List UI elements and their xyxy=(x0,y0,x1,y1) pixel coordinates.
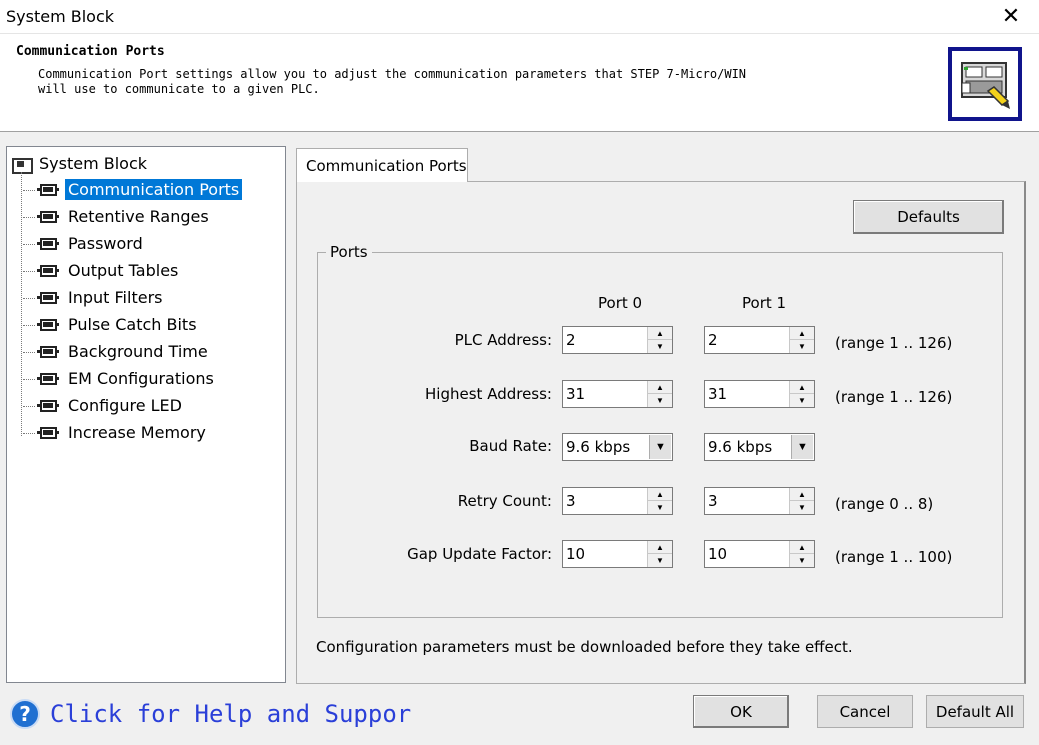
spin-down-icon[interactable]: ▼ xyxy=(790,340,814,353)
spin-up-icon[interactable]: ▲ xyxy=(648,327,672,340)
tree-item-em-configurations[interactable]: EM Configurations xyxy=(23,367,217,390)
header-description: Communication Port settings allow you to… xyxy=(38,67,747,96)
module-icon xyxy=(23,237,59,251)
baud-rate-label: Baud Rate: xyxy=(469,437,552,455)
tree-item-label: Password xyxy=(68,234,143,253)
gap-update-factor-range: (range 1 .. 100) xyxy=(835,548,953,566)
ok-button[interactable]: OK xyxy=(693,695,789,728)
navigation-tree[interactable]: System Block Communication Ports Retenti… xyxy=(6,146,286,683)
chevron-down-icon[interactable]: ▼ xyxy=(791,435,813,459)
highest-address-range: (range 1 .. 126) xyxy=(835,388,953,406)
baud-rate-port0-value: 9.6 kbps xyxy=(566,438,631,456)
help-link-text: Click for Help and Suppor xyxy=(50,700,412,728)
tree-item-label: Background Time xyxy=(68,342,208,361)
plc-address-port0-value: 2 xyxy=(566,331,576,349)
window-title: System Block xyxy=(6,7,115,26)
tree-item-communication-ports[interactable]: Communication Ports xyxy=(23,178,243,201)
spin-down-icon[interactable]: ▼ xyxy=(790,554,814,567)
baud-rate-port1-value: 9.6 kbps xyxy=(708,438,773,456)
module-icon xyxy=(23,291,59,305)
gap-update-factor-label: Gap Update Factor: xyxy=(407,545,552,563)
default-all-button[interactable]: Default All xyxy=(926,695,1024,728)
baud-rate-port1-select[interactable]: 9.6 kbps ▼ xyxy=(704,433,815,461)
highest-address-label: Highest Address: xyxy=(425,385,552,403)
page-header: Communication Ports Communication Port s… xyxy=(0,33,1039,132)
tree-item-label: Increase Memory xyxy=(68,423,206,442)
retry-count-range: (range 0 .. 8) xyxy=(835,495,934,513)
system-block-icon xyxy=(11,156,33,174)
tree-item-label: Input Filters xyxy=(68,288,163,307)
cancel-button[interactable]: Cancel xyxy=(817,695,913,728)
tree-item-input-filters[interactable]: Input Filters xyxy=(23,286,165,309)
plc-config-icon xyxy=(948,47,1022,121)
tree-item-label: Output Tables xyxy=(68,261,179,280)
plc-address-port1-value: 2 xyxy=(708,331,718,349)
spin-up-icon[interactable]: ▲ xyxy=(790,541,814,554)
module-icon xyxy=(23,264,59,278)
spin-up-icon[interactable]: ▲ xyxy=(790,488,814,501)
retry-count-port0-spinner[interactable]: 3 ▲ ▼ xyxy=(562,487,673,515)
spin-down-icon[interactable]: ▼ xyxy=(648,394,672,407)
spin-up-icon[interactable]: ▲ xyxy=(648,381,672,394)
retry-count-port0-value: 3 xyxy=(566,492,576,510)
highest-address-port1-value: 31 xyxy=(708,385,728,403)
ports-group-label: Ports xyxy=(326,243,372,261)
highest-address-port0-value: 31 xyxy=(566,385,586,403)
retry-count-label: Retry Count: xyxy=(457,492,552,510)
spin-up-icon[interactable]: ▲ xyxy=(648,488,672,501)
tree-item-pulse-catch-bits[interactable]: Pulse Catch Bits xyxy=(23,313,200,336)
port1-header: Port 1 xyxy=(742,294,787,312)
plc-address-port1-spinner[interactable]: 2 ▲ ▼ xyxy=(704,326,815,354)
tree-item-configure-led[interactable]: Configure LED xyxy=(23,394,185,417)
tree-item-output-tables[interactable]: Output Tables xyxy=(23,259,181,282)
help-question-icon: ? xyxy=(10,699,40,729)
spin-up-icon[interactable]: ▲ xyxy=(790,327,814,340)
gap-update-factor-port0-value: 10 xyxy=(566,545,586,563)
module-icon xyxy=(23,426,59,440)
tree-root-label: System Block xyxy=(39,154,148,173)
port0-header: Port 0 xyxy=(598,294,643,312)
gap-update-factor-port1-value: 10 xyxy=(708,545,728,563)
module-icon xyxy=(23,210,59,224)
baud-rate-port0-select[interactable]: 9.6 kbps ▼ xyxy=(562,433,673,461)
module-icon xyxy=(23,399,59,413)
tab-communication-ports[interactable]: Communication Ports xyxy=(296,148,468,182)
help-link[interactable]: ? Click for Help and Suppor xyxy=(10,697,411,731)
tree-item-label: EM Configurations xyxy=(68,369,214,388)
tree-item-label: Configure LED xyxy=(68,396,182,415)
plc-address-range: (range 1 .. 126) xyxy=(835,334,953,352)
plc-address-label: PLC Address: xyxy=(454,331,552,349)
header-title: Communication Ports xyxy=(16,44,165,59)
title-bar: System Block ✕ xyxy=(0,0,1039,33)
tree-item-label: Retentive Ranges xyxy=(68,207,209,226)
spin-down-icon[interactable]: ▼ xyxy=(648,554,672,567)
chevron-down-icon[interactable]: ▼ xyxy=(649,435,671,459)
spin-up-icon[interactable]: ▲ xyxy=(790,381,814,394)
defaults-button[interactable]: Defaults xyxy=(853,200,1004,234)
tree-item-label: Pulse Catch Bits xyxy=(68,315,197,334)
spin-down-icon[interactable]: ▼ xyxy=(648,501,672,514)
gap-update-factor-port1-spinner[interactable]: 10 ▲ ▼ xyxy=(704,540,815,568)
gap-update-factor-port0-spinner[interactable]: 10 ▲ ▼ xyxy=(562,540,673,568)
tree-item-label: Communication Ports xyxy=(65,179,243,200)
highest-address-port0-spinner[interactable]: 31 ▲ ▼ xyxy=(562,380,673,408)
highest-address-port1-spinner[interactable]: 31 ▲ ▼ xyxy=(704,380,815,408)
spin-down-icon[interactable]: ▼ xyxy=(790,394,814,407)
download-note: Configuration parameters must be downloa… xyxy=(316,638,853,656)
module-icon xyxy=(23,318,59,332)
tree-item-background-time[interactable]: Background Time xyxy=(23,340,211,363)
spin-down-icon[interactable]: ▼ xyxy=(648,340,672,353)
plc-address-port0-spinner[interactable]: 2 ▲ ▼ xyxy=(562,326,673,354)
module-icon xyxy=(23,345,59,359)
module-icon xyxy=(23,183,59,197)
module-icon xyxy=(23,372,59,386)
spin-up-icon[interactable]: ▲ xyxy=(648,541,672,554)
tree-item-retentive-ranges[interactable]: Retentive Ranges xyxy=(23,205,212,228)
tree-item-password[interactable]: Password xyxy=(23,232,146,255)
retry-count-port1-value: 3 xyxy=(708,492,718,510)
close-icon[interactable]: ✕ xyxy=(993,2,1029,30)
tree-item-increase-memory[interactable]: Increase Memory xyxy=(23,421,209,444)
spin-down-icon[interactable]: ▼ xyxy=(790,501,814,514)
retry-count-port1-spinner[interactable]: 3 ▲ ▼ xyxy=(704,487,815,515)
